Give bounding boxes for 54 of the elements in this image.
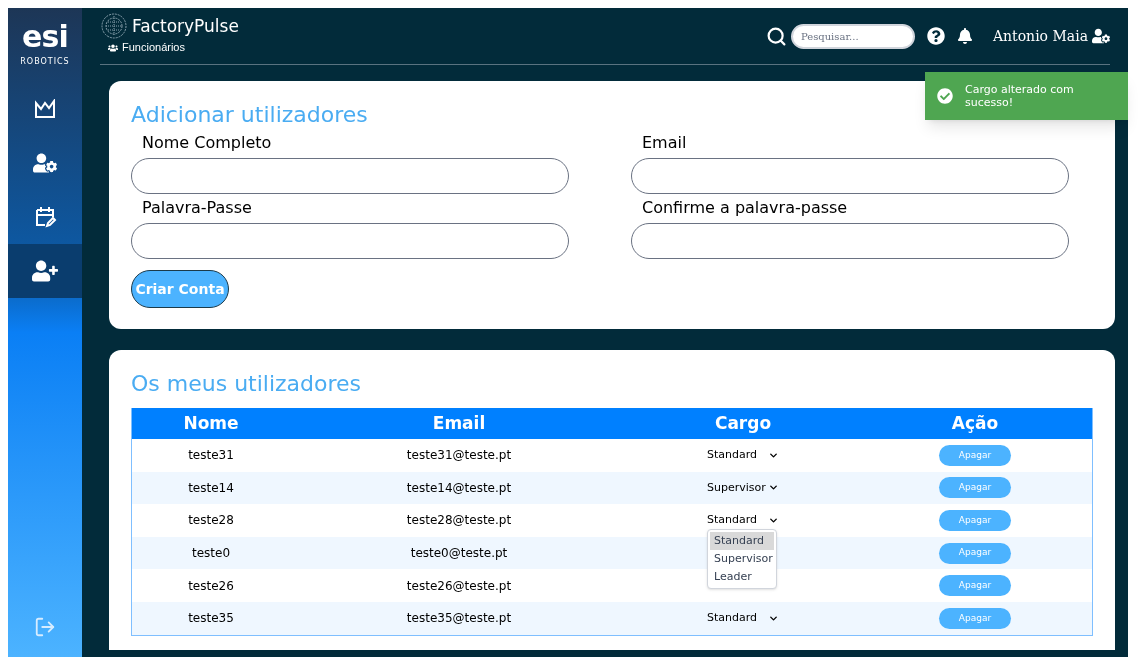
search-icon xyxy=(765,25,787,47)
chart-icon xyxy=(34,99,56,119)
email-cell-text: teste0@teste.pt xyxy=(409,545,509,563)
user-name[interactable]: Antonio Maia xyxy=(992,25,1088,47)
input-field[interactable] xyxy=(631,223,1069,259)
add-user-icon xyxy=(32,258,58,284)
toast-message: Cargo alterado com sucesso! xyxy=(965,83,1075,109)
help-icon[interactable] xyxy=(926,27,945,45)
input-field[interactable] xyxy=(131,223,569,259)
email-cell-text: teste26@teste.pt xyxy=(405,577,513,595)
field-label: Palavra-Passe xyxy=(142,198,253,218)
input-field[interactable] xyxy=(131,158,569,194)
column-header: Nome xyxy=(182,411,240,435)
search-field[interactable]: Pesquisar... xyxy=(790,23,915,49)
check-icon xyxy=(937,88,953,104)
email-cell-text: teste28@teste.pt xyxy=(405,512,513,530)
field-label: Confirme a palavra-passe xyxy=(642,198,849,218)
card-title: Os meus utilizadores xyxy=(131,370,363,398)
dropdown-option[interactable]: Leader xyxy=(710,568,774,587)
sidebar-item[interactable] xyxy=(8,244,82,298)
notification-bell-icon[interactable] xyxy=(956,28,973,44)
column-header: Email xyxy=(431,411,487,435)
circuit-logo-icon xyxy=(100,12,128,40)
email-cell-text: teste31@teste.pt xyxy=(405,447,513,465)
field-label: Nome Completo xyxy=(142,133,273,153)
name-cell-text: teste0 xyxy=(190,545,232,563)
user-settings-icon xyxy=(33,151,57,175)
user-settings-icon[interactable] xyxy=(1092,27,1110,45)
calendar-edit-icon xyxy=(33,205,57,229)
chevron-down-icon xyxy=(768,515,779,526)
email-cell-text: teste35@teste.pt xyxy=(405,610,513,628)
input-field[interactable] xyxy=(631,158,1069,194)
column-header: Cargo xyxy=(713,411,773,435)
dropdown-option[interactable]: Standard xyxy=(710,532,774,551)
name-cell-text: teste35 xyxy=(187,610,235,628)
logo-tagline: ROBOTICS xyxy=(20,56,70,68)
card-title: Adicionar utilizadores xyxy=(131,101,368,129)
field-label: Email xyxy=(642,133,688,153)
name-cell-text: teste14 xyxy=(187,479,235,497)
name-cell-text: teste26 xyxy=(187,577,235,595)
users-icon xyxy=(108,42,118,53)
role-select[interactable]: Standard xyxy=(707,610,779,627)
name-cell-text: teste28 xyxy=(187,512,235,530)
breadcrumb: Funcionários xyxy=(122,40,185,56)
app-title: FactoryPulse xyxy=(132,16,239,38)
column-header: Ação xyxy=(950,411,1000,435)
logo-text: esi xyxy=(21,22,69,52)
role-select[interactable]: Standard xyxy=(707,447,779,464)
email-cell-text: teste14@teste.pt xyxy=(405,479,513,497)
name-cell-text: teste31 xyxy=(187,447,235,465)
logout-icon xyxy=(34,616,56,638)
role-select[interactable]: Standard xyxy=(707,512,779,529)
role-select[interactable]: Supervisor xyxy=(707,479,779,497)
dropdown-option[interactable]: Supervisor xyxy=(710,550,774,569)
